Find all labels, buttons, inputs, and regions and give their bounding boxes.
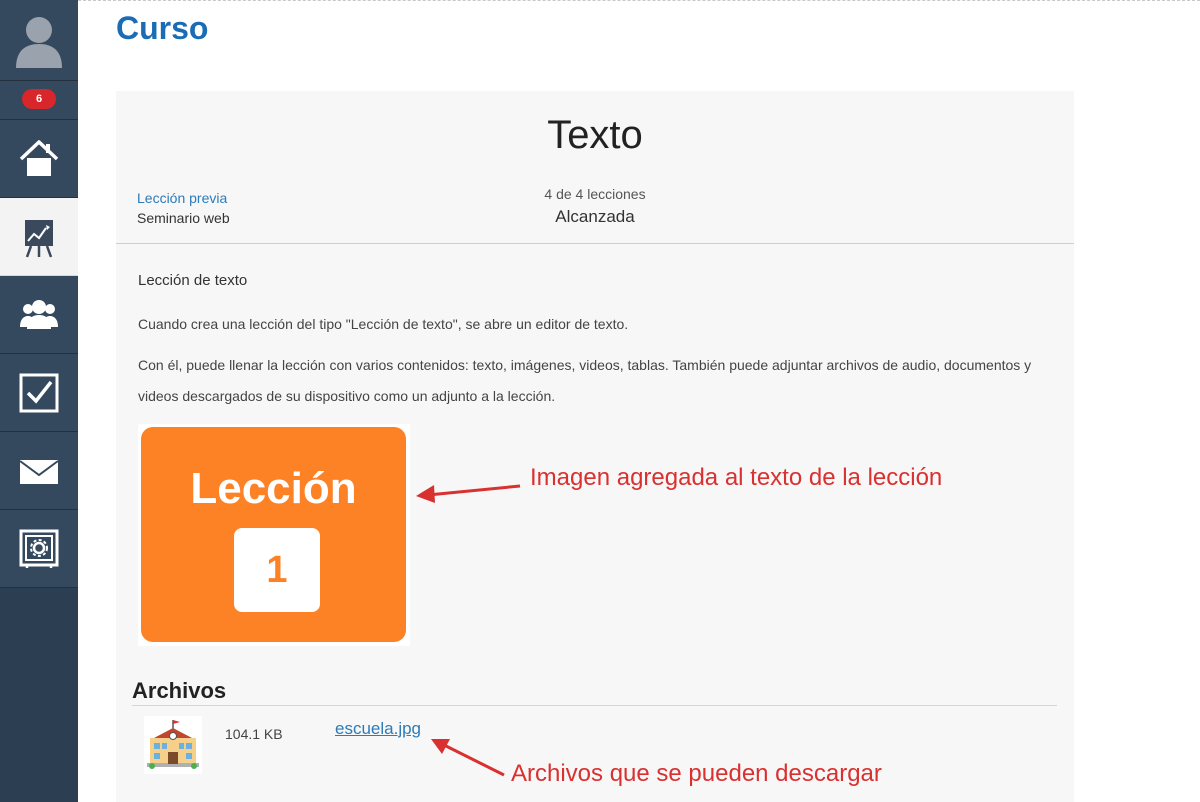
lesson-progress: 4 de 4 lecciones [544,186,646,202]
top-border [78,0,1200,1]
files-divider [132,705,1057,706]
sidebar: 6 [0,0,78,802]
lesson-title: Texto [547,113,643,157]
lesson-paragraph: Cuando crea una lección del tipo "Lecció… [138,316,629,332]
sidebar-item-settings[interactable] [0,510,78,588]
lesson-image-background: Lección 1 [141,427,406,642]
notification-badge[interactable]: 6 [22,89,56,109]
annotation-files-note: Archivos que se pueden descargar [511,760,882,787]
sidebar-item-tasks[interactable] [0,354,78,432]
sidebar-item-home[interactable] [0,120,78,198]
page-title: Curso [116,10,209,46]
presentation-chart-icon [25,220,53,258]
notifications-row[interactable]: 6 [0,81,78,120]
lesson-image: Lección 1 [138,424,410,646]
sidebar-item-messages[interactable] [0,432,78,510]
annotation-arrow-icon [431,739,505,777]
user-avatar-icon [16,17,62,68]
lesson-subtitle: Lección de texto [138,272,248,289]
lesson-panel: Texto Lección previa Seminario web 4 de … [116,91,1074,802]
file-size: 104.1 KB [225,726,283,742]
envelope-icon [19,460,59,484]
safe-gear-icon [19,529,59,568]
annotation-arrow-icon [416,484,521,503]
file-download-link[interactable]: escuela.jpg [335,719,421,739]
school-building-icon [144,716,202,774]
avatar[interactable] [0,0,78,81]
lesson-status: Alcanzada [555,207,635,226]
sidebar-item-courses[interactable] [0,198,78,276]
sidebar-item-groups[interactable] [0,276,78,354]
lesson-image-word: Lección [190,464,357,513]
sidebar-empty-area [0,589,78,802]
lesson-image-number: 1 [234,528,320,612]
divider [116,243,1074,244]
previous-lesson-link[interactable]: Lección previa [137,190,227,206]
annotation-image-note: Imagen agregada al texto de la lección [530,464,943,491]
users-icon [20,300,58,329]
previous-lesson-name: Seminario web [137,210,230,226]
home-icon [19,140,59,176]
lesson-paragraph: Con él, puede llenar la lección con vari… [138,357,1032,404]
checkbox-icon [19,373,59,413]
files-heading: Archivos [132,678,227,703]
